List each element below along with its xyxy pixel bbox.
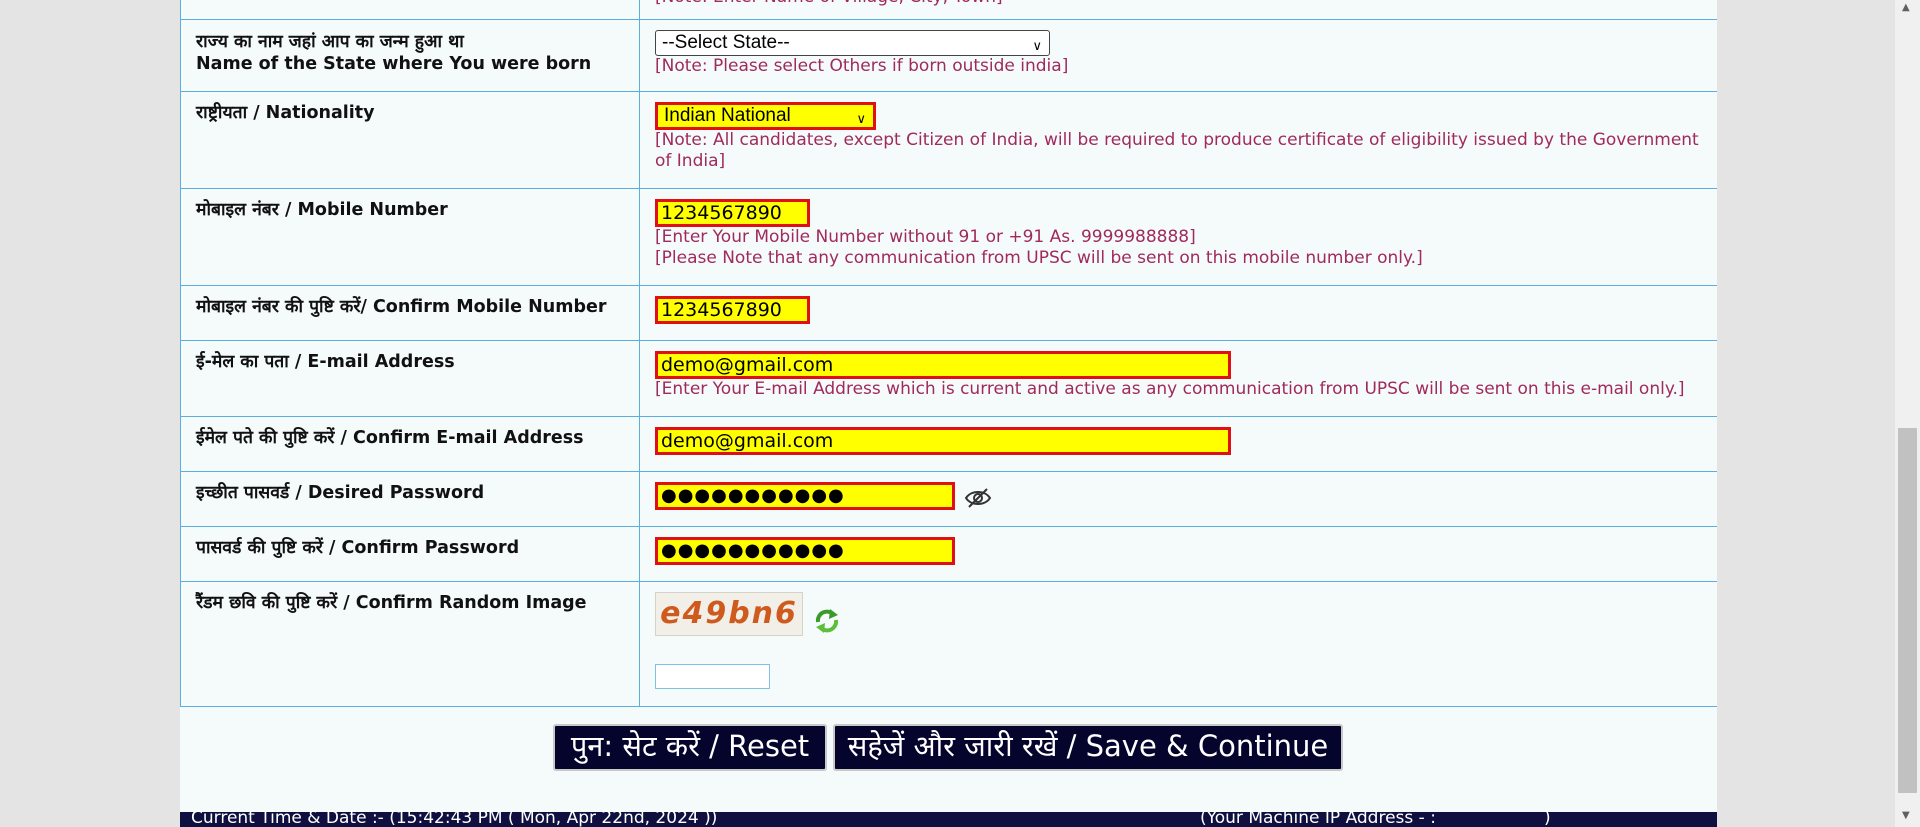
scrollbar-thumb[interactable] xyxy=(1898,428,1917,793)
form-row-nationality: राष्ट्रीयता / Nationality Indian Nationa… xyxy=(180,91,1717,189)
form-row-confirm-password: पासवर्ड की पुष्टि करें / Confirm Passwor… xyxy=(180,526,1717,582)
reset-button[interactable]: पुन: सेट करें / Reset xyxy=(553,724,827,771)
captcha-input[interactable] xyxy=(655,664,770,689)
nationality-select[interactable]: Indian National ∨ xyxy=(655,102,876,130)
place-note: [Note: Enter Name of Village, City, Town… xyxy=(655,0,1717,8)
state-label-english: Name of the State where You were born xyxy=(196,54,592,74)
vertical-scrollbar[interactable]: ▲ ▼ xyxy=(1895,0,1920,827)
scroll-up-icon[interactable]: ▲ xyxy=(1902,2,1910,13)
confirm-mobile-input[interactable]: 1234567890 xyxy=(655,296,810,324)
chevron-down-icon: ∨ xyxy=(1032,38,1042,53)
captcha-image: e49bn6 xyxy=(655,592,803,636)
chevron-down-icon: ∨ xyxy=(856,111,866,126)
machine-ip-text: (Your Machine IP Address - : ) xyxy=(1200,808,1551,827)
form-row-confirm-mobile: मोबाइल नंबर की पुष्टि करें/ Confirm Mobi… xyxy=(180,285,1717,341)
eye-slash-icon[interactable] xyxy=(964,486,992,510)
nationality-note: [Note: All candidates, except Citizen of… xyxy=(655,130,1699,171)
password-label: इच्छीत पासवर्ड / Desired Password xyxy=(180,471,640,527)
form-row-state: राज्य का नाम जहां आप का जन्म हुआ था Name… xyxy=(180,19,1717,92)
password-input[interactable]: ●●●●●●●●●●● xyxy=(655,482,955,510)
scroll-down-icon[interactable]: ▼ xyxy=(1902,810,1910,821)
save-continue-button[interactable]: सहेजें और जारी रखें / Save & Continue xyxy=(833,724,1343,771)
footer-bar: Current Time & Date :- (15:42:43 PM ( Mo… xyxy=(180,808,1717,827)
email-input[interactable]: demo@gmail.com xyxy=(655,351,1231,379)
nationality-label: राष्ट्रीयता / Nationality xyxy=(180,91,640,189)
form-row-email: ई-मेल का पता / E-mail Address demo@gmail… xyxy=(180,340,1717,417)
refresh-icon[interactable] xyxy=(814,608,840,634)
state-note: [Note: Please select Others if born outs… xyxy=(655,56,1069,76)
form-row-password: इच्छीत पासवर्ड / Desired Password ●●●●●●… xyxy=(180,471,1717,527)
captcha-label: रैंडम छवि की पुष्टि करें / Confirm Rando… xyxy=(180,581,640,707)
mobile-label: मोबाइल नंबर / Mobile Number xyxy=(180,188,640,286)
form-table: [Note: Enter Name of Village, City, Town… xyxy=(180,0,1717,707)
state-select[interactable]: --Select State-- ∨ xyxy=(655,30,1050,56)
email-label: ई-मेल का पता / E-mail Address xyxy=(180,340,640,417)
mobile-input[interactable]: 1234567890 xyxy=(655,199,810,227)
mobile-note-communication: [Please Note that any communication from… xyxy=(655,248,1423,268)
form-row-place: [Note: Enter Name of Village, City, Town… xyxy=(180,0,1717,20)
mobile-note-format: [Enter Your Mobile Number without 91 or … xyxy=(655,227,1196,247)
form-row-mobile: मोबाइल नंबर / Mobile Number 1234567890 [… xyxy=(180,188,1717,286)
form-row-captcha: रैंडम छवि की पुष्टि करें / Confirm Rando… xyxy=(180,581,1717,707)
form-row-confirm-email: ईमेल पते की पुष्टि करें / Confirm E-mail… xyxy=(180,416,1717,472)
registration-form-page: [Note: Enter Name of Village, City, Town… xyxy=(180,0,1717,827)
confirm-mobile-label: मोबाइल नंबर की पुष्टि करें/ Confirm Mobi… xyxy=(180,285,640,341)
confirm-password-label: पासवर्ड की पुष्टि करें / Confirm Passwor… xyxy=(180,526,640,582)
confirm-email-input[interactable]: demo@gmail.com xyxy=(655,427,1231,455)
state-label-hindi: राज्य का नाम जहां आप का जन्म हुआ था xyxy=(196,32,464,52)
current-time-text: Current Time & Date :- (15:42:43 PM ( Mo… xyxy=(191,808,718,827)
confirm-password-input[interactable]: ●●●●●●●●●●● xyxy=(655,537,955,565)
confirm-email-label: ईमेल पते की पुष्टि करें / Confirm E-mail… xyxy=(180,416,640,472)
email-note: [Enter Your E-mail Address which is curr… xyxy=(655,379,1685,399)
